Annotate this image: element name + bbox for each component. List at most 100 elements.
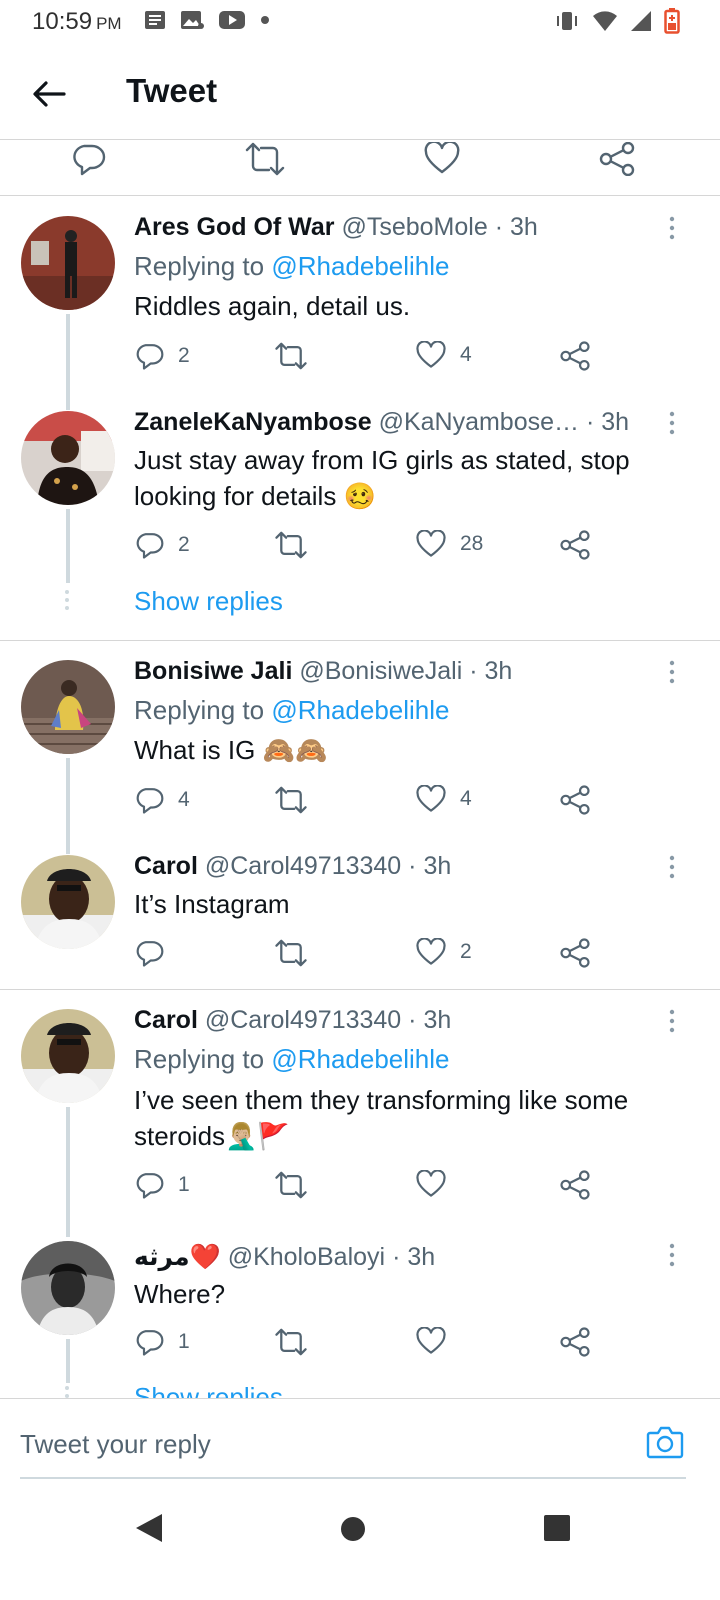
retweet-button[interactable] — [274, 1327, 308, 1357]
share-button[interactable] — [559, 938, 591, 968]
reply-count: 1 — [178, 1330, 190, 1353]
reply-icon — [136, 788, 164, 814]
nav-back-icon[interactable] — [134, 1512, 164, 1544]
reply-icon — [136, 533, 164, 559]
page-title: Tweet — [126, 72, 218, 109]
share-icon — [560, 530, 590, 560]
thread-line — [66, 1107, 70, 1237]
tweet-text: Riddles again, detail us. — [134, 291, 411, 321]
display-name: ZaneleKaNyambose — [134, 408, 372, 436]
handle: @Carol49713340 — [204, 852, 402, 880]
reply-input[interactable]: Tweet your reply — [20, 1429, 211, 1460]
timestamp: · 3h — [469, 657, 513, 685]
reply-icon — [136, 1173, 164, 1199]
retweet-icon[interactable] — [244, 142, 286, 176]
thread-line — [66, 509, 70, 583]
handle: @TseboMole — [341, 213, 488, 241]
tweet-author-line[interactable]: Bonisiwe Jali @BonisiweJali · 3h — [134, 657, 512, 686]
tweet-author-line[interactable]: Carol @Carol49713340 · 3h — [134, 852, 451, 881]
replying-label: Replying to — [134, 251, 272, 281]
mention-link[interactable]: @Rhadebelihle — [271, 695, 449, 725]
reply-icon[interactable] — [70, 142, 106, 176]
display-name: Ares God Of War — [134, 213, 335, 241]
mention-link[interactable]: @Rhadebelihle — [271, 251, 449, 281]
reply-button[interactable]: 1 — [134, 1327, 190, 1357]
main-tweet-actions — [0, 140, 720, 196]
avatar[interactable] — [21, 660, 115, 754]
like-button[interactable]: 4 — [416, 341, 472, 369]
retweet-button[interactable] — [274, 530, 308, 560]
tweet-author-line[interactable]: Carol @Carol49713340 · 3h — [134, 1006, 451, 1035]
more-options-icon[interactable] — [666, 854, 678, 880]
divider — [0, 640, 720, 641]
tweet-actions: 2 — [134, 938, 614, 972]
tweet-actions: 1 — [134, 1327, 614, 1361]
more-options-icon[interactable] — [666, 1242, 678, 1268]
share-icon[interactable] — [598, 142, 636, 176]
like-icon — [416, 341, 446, 368]
system-navigation-bar — [0, 1482, 720, 1600]
reply-button[interactable] — [134, 938, 178, 968]
more-options-icon[interactable] — [666, 410, 678, 436]
reply-composer: Tweet your reply — [0, 1398, 720, 1480]
like-button[interactable]: 2 — [416, 938, 472, 966]
like-button[interactable] — [416, 1170, 460, 1198]
arrow-left-icon[interactable] — [28, 74, 68, 114]
like-button[interactable]: 4 — [416, 785, 472, 813]
share-button[interactable] — [559, 1327, 591, 1357]
wifi-icon — [593, 11, 617, 31]
tweet-author-line[interactable]: Ares God Of War @TseboMole · 3h — [134, 213, 538, 242]
retweet-button[interactable] — [274, 938, 308, 968]
more-options-icon[interactable] — [666, 659, 678, 685]
camera-icon[interactable] — [646, 1425, 684, 1459]
notification-icons — [144, 10, 270, 30]
more-options-icon[interactable] — [666, 215, 678, 241]
avatar[interactable] — [21, 411, 115, 505]
replying-to: Replying to @Rhadebelihle — [134, 695, 450, 726]
thread-line — [66, 758, 70, 854]
tweet-actions: 1 — [134, 1170, 614, 1204]
reply-button[interactable]: 1 — [134, 1170, 190, 1200]
like-icon — [416, 785, 446, 812]
like-icon — [416, 530, 446, 557]
avatar[interactable] — [21, 1009, 115, 1103]
show-replies-link[interactable]: Show replies — [134, 586, 283, 617]
tweet-author-line[interactable]: مرثه❤️ @KholoBaloyi · 3h — [134, 1242, 435, 1272]
retweet-button[interactable] — [274, 785, 308, 815]
retweet-icon — [275, 786, 307, 814]
like-count: 28 — [460, 532, 484, 555]
like-icon[interactable] — [424, 142, 460, 174]
youtube-notification-icon — [219, 11, 245, 29]
mention-link[interactable]: @Rhadebelihle — [271, 1044, 449, 1074]
reply-button[interactable]: 2 — [134, 341, 190, 371]
handle: @KaNyambose… — [378, 408, 580, 436]
share-button[interactable] — [559, 341, 591, 371]
thread-continuation-dots — [65, 590, 69, 610]
thread-line — [66, 1339, 70, 1383]
retweet-icon — [275, 342, 307, 370]
retweet-button[interactable] — [274, 341, 308, 371]
like-button[interactable]: 28 — [416, 530, 483, 558]
reply-count: 2 — [178, 344, 190, 367]
share-button[interactable] — [559, 530, 591, 560]
more-options-icon[interactable] — [666, 1008, 678, 1034]
like-count: 4 — [460, 787, 472, 810]
reply-button[interactable]: 4 — [134, 785, 190, 815]
retweet-icon — [275, 531, 307, 559]
retweet-button[interactable] — [274, 1170, 308, 1200]
more-notifications-icon — [261, 16, 269, 24]
nav-recents-icon[interactable] — [543, 1514, 571, 1542]
avatar[interactable] — [21, 216, 115, 310]
avatar[interactable] — [21, 1241, 115, 1335]
timestamp: · 3h — [494, 213, 538, 241]
tweet-author-line[interactable]: ZaneleKaNyambose @KaNyambose… · 3h — [134, 408, 629, 437]
timestamp: · 3h — [408, 852, 452, 880]
nav-home-icon[interactable] — [340, 1516, 366, 1542]
reply-button[interactable]: 2 — [134, 530, 190, 560]
share-button[interactable] — [559, 785, 591, 815]
like-button[interactable] — [416, 1327, 460, 1355]
handle: @Carol49713340 — [204, 1006, 402, 1034]
divider — [0, 989, 720, 990]
share-button[interactable] — [559, 1170, 591, 1200]
avatar[interactable] — [21, 855, 115, 949]
